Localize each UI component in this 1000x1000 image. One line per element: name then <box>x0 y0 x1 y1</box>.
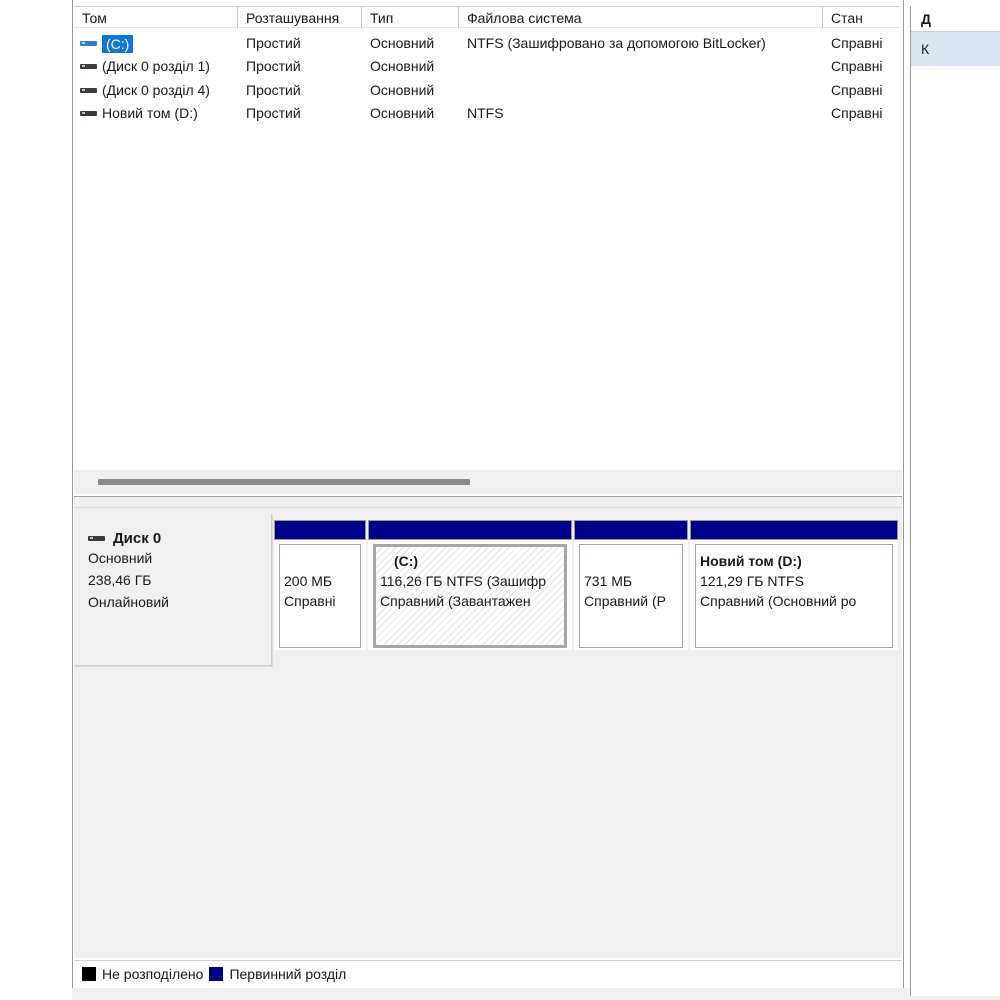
volume-name-cell: (C:) <box>74 32 238 55</box>
drive-icon <box>80 87 97 93</box>
drive-icon <box>80 64 97 70</box>
volume-file-system <box>459 55 823 78</box>
volume-name-cell: (Диск 0 розділ 1) <box>74 55 238 78</box>
volume-type: Основний <box>370 104 435 121</box>
volume-status: Справні <box>831 35 883 51</box>
drive-icon <box>80 41 97 47</box>
disk-kind: Основний <box>88 550 153 566</box>
table-row[interactable]: Новий том (D:) Простий Основний NTFS Спр… <box>74 102 902 125</box>
partition-name: Новий том (D:) <box>700 553 802 569</box>
actions-pane: Д К <box>910 6 1000 996</box>
partition-size: 121,29 ГБ NTFS <box>700 573 804 589</box>
partition-size: 731 МБ <box>584 573 633 589</box>
disk-info-panel[interactable]: Диск 0 Основний 238,46 ГБ Онлайновий <box>74 514 272 666</box>
disk-name: Диск 0 <box>113 530 162 547</box>
partition-bar <box>574 520 688 540</box>
column-header-type[interactable]: Тип <box>362 7 459 29</box>
primary-partition-swatch <box>209 966 224 981</box>
table-row[interactable]: (Диск 0 розділ 4) Простий Основний Справ… <box>74 79 902 102</box>
disk-size: 238,46 ГБ <box>88 572 152 588</box>
volume-layout: Простий <box>246 58 301 75</box>
column-header-status[interactable]: Стан <box>823 7 899 29</box>
partition-body: 731 МБ Справний (Р <box>579 544 683 648</box>
volume-name: (C:) <box>102 34 134 53</box>
partition-recovery[interactable]: 731 МБ Справний (Р <box>574 520 688 650</box>
pane-splitter[interactable] <box>74 496 902 508</box>
volume-status: Справні <box>831 104 883 121</box>
volume-file-system: NTFS (Зашифровано за допомогою BitLocker… <box>467 35 766 51</box>
column-header-volume[interactable]: Том <box>74 7 238 29</box>
table-row[interactable]: (C:) Простий Основний NTFS (Зашифровано … <box>74 32 902 55</box>
scrollbar-thumb[interactable] <box>98 479 470 485</box>
legend-primary: Первинний розділ <box>229 965 347 982</box>
disk-graphical-view: Диск 0 Основний 238,46 ГБ Онлайновий 200… <box>74 508 902 958</box>
volume-file-system: NTFS <box>467 104 504 121</box>
volume-status: Справні <box>831 81 883 98</box>
partition-size: 116,26 ГБ NTFS (Зашифр <box>380 573 547 589</box>
volume-name-cell: Новий том (D:) <box>74 102 238 125</box>
column-header-file-system[interactable]: Файлова система <box>459 7 823 29</box>
unallocated-swatch <box>82 966 96 981</box>
partition-body: (C:) 116,26 ГБ NTFS (Зашифр Справний (За… <box>373 544 567 648</box>
volume-layout: Простий <box>246 35 301 51</box>
volume-name: (Диск 0 розділ 1) <box>102 58 210 75</box>
actions-header: Д <box>911 6 1000 32</box>
volume-file-system <box>459 79 823 102</box>
horizontal-scrollbar[interactable] <box>74 470 902 494</box>
disk-icon <box>88 536 105 541</box>
partition-bar <box>368 520 572 540</box>
partition-c[interactable]: (C:) 116,26 ГБ NTFS (Зашифр Справний (За… <box>368 520 572 650</box>
volume-list: (C:) Простий Основний NTFS (Зашифровано … <box>74 32 902 125</box>
volume-layout: Простий <box>246 104 301 121</box>
legend: Не розподілено Первинний розділ <box>74 960 902 986</box>
volume-name: (Диск 0 розділ 4) <box>102 81 210 98</box>
partition-system-reserved[interactable]: 200 МБ Справні <box>274 520 366 650</box>
disk-title: Диск 0 <box>88 530 271 547</box>
partition-body: Новий том (D:) 121,29 ГБ NTFS Справний (… <box>695 544 893 648</box>
partition-size: 200 МБ <box>284 573 333 589</box>
volume-type: Основний <box>370 58 435 75</box>
legend-unallocated: Не розподілено <box>102 965 204 982</box>
volume-status: Справні <box>831 58 883 75</box>
volume-list-header: Том Розташування Тип Файлова система Ста… <box>74 6 899 29</box>
partition-d[interactable]: Новий том (D:) 121,29 ГБ NTFS Справний (… <box>690 520 898 650</box>
actions-item[interactable]: К <box>911 32 1000 66</box>
volume-type: Основний <box>370 35 435 51</box>
partition-status: Справний (Завантажен <box>380 593 531 609</box>
volume-name: Новий том (D:) <box>102 105 198 122</box>
drive-icon <box>80 111 97 117</box>
partition-status: Справний (Р <box>584 593 666 609</box>
partition-status: Справний (Основний ро <box>700 593 857 609</box>
partition-body: 200 МБ Справні <box>279 544 361 648</box>
volume-layout: Простий <box>246 81 301 98</box>
partition-bar <box>690 520 898 540</box>
column-header-layout[interactable]: Розташування <box>238 7 362 29</box>
volume-type: Основний <box>370 81 435 98</box>
volume-name-cell: (Диск 0 розділ 4) <box>74 79 238 102</box>
partition-bar <box>274 520 366 540</box>
status-bar <box>72 988 1000 1000</box>
table-row[interactable]: (Диск 0 розділ 1) Простий Основний Справ… <box>74 55 902 78</box>
partition-status: Справні <box>284 593 336 609</box>
disk-state: Онлайновий <box>88 594 169 610</box>
partition-name: (C:) <box>394 553 419 569</box>
